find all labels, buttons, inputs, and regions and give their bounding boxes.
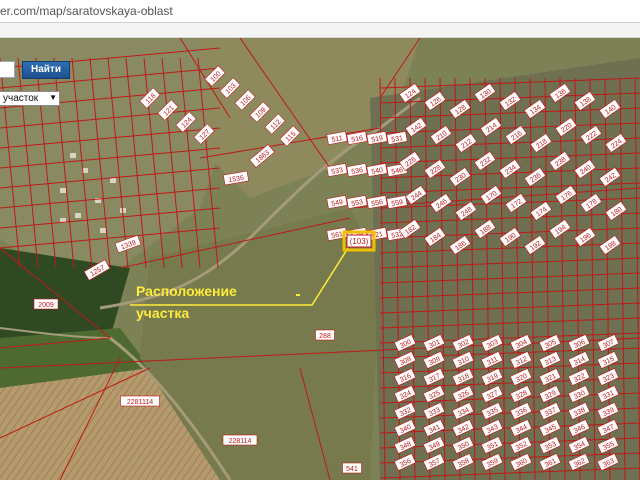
- page-toolbar-strip: [0, 23, 640, 38]
- search-input[interactable]: [0, 61, 15, 78]
- find-button[interactable]: Найти: [22, 61, 70, 79]
- object-type-value: участок: [3, 93, 39, 104]
- parcel-label-steppe: 2281114: [120, 395, 160, 407]
- parcel-label-steppe: 288: [315, 329, 335, 341]
- address-bar[interactable]: er.com/map/saratovskaya-oblast: [0, 0, 640, 23]
- parcel-label-text: 541: [346, 466, 358, 473]
- parcel-label-steppe: 228114: [222, 434, 258, 446]
- parcel-label-text: 228114: [229, 438, 252, 445]
- parcel-label-steppe: 541: [342, 462, 362, 474]
- url-text: er.com/map/saratovskaya-oblast: [0, 4, 173, 18]
- parcel-label-text: 2281114: [127, 399, 153, 406]
- annotation-line2: участка: [136, 305, 189, 321]
- parcel-label-village: 2009: [33, 298, 59, 310]
- parcel-label-text: 2009: [38, 302, 54, 309]
- parcel-label-text: 288: [319, 333, 331, 340]
- yellow-dash: [296, 294, 300, 296]
- annotation-line1: Расположение: [136, 283, 237, 299]
- object-type-select[interactable]: участок ▼: [0, 91, 60, 106]
- target-parcel-label: (103): [350, 237, 369, 246]
- satellite-map[interactable]: 1863 1536 1339 1257 2009 100 103 106 109 112 115 11…: [0, 38, 640, 480]
- chevron-down-icon: ▼: [49, 93, 57, 102]
